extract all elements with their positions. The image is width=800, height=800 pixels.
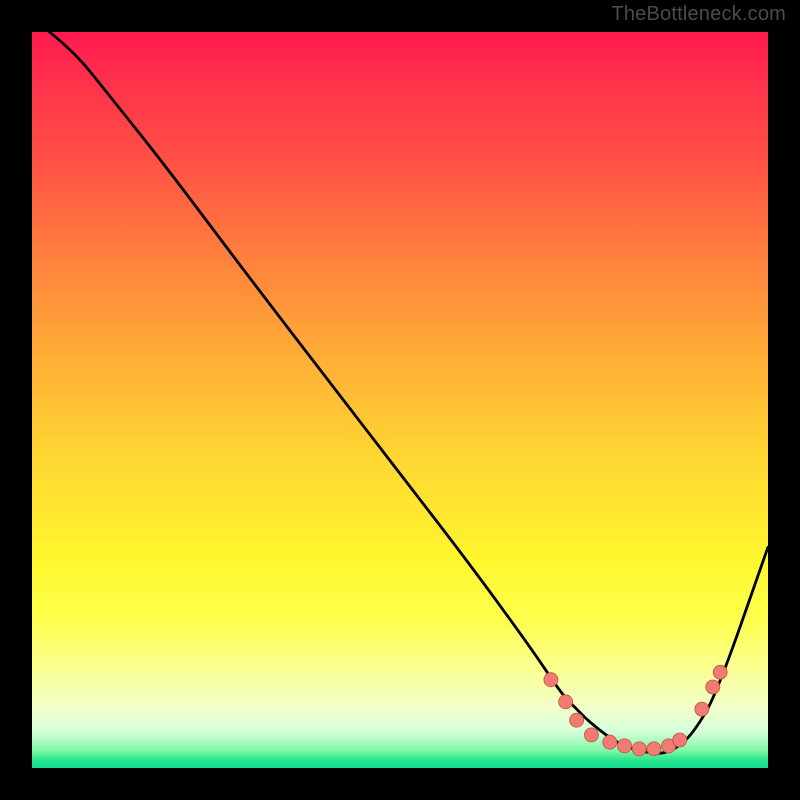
curve-dot bbox=[584, 728, 598, 742]
curve-dot bbox=[559, 695, 573, 709]
curve-markers bbox=[544, 665, 727, 756]
curve-dot bbox=[544, 673, 558, 687]
curve-dot bbox=[673, 733, 687, 747]
curve-dot bbox=[618, 739, 632, 753]
curve-dot bbox=[570, 713, 584, 727]
plot-area bbox=[32, 32, 768, 768]
curve-dot bbox=[647, 742, 661, 756]
bottleneck-curve bbox=[32, 32, 768, 753]
curve-dot bbox=[713, 665, 727, 679]
attribution-text: TheBottleneck.com bbox=[611, 3, 786, 26]
curve-dot bbox=[695, 702, 709, 716]
curve-dot bbox=[632, 742, 646, 756]
curve-dot bbox=[706, 680, 720, 694]
curve-dot bbox=[603, 735, 617, 749]
plot-svg bbox=[32, 32, 768, 768]
chart-container: TheBottleneck.com bbox=[0, 0, 800, 800]
